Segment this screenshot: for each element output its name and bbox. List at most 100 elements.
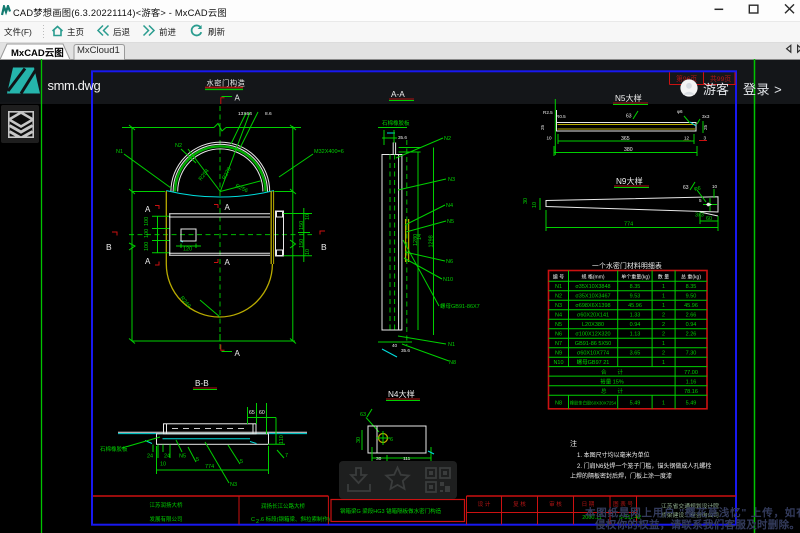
svg-text:N9大样: N9大样	[616, 176, 643, 186]
svg-text:单个重量(kg): 单个重量(kg)	[621, 274, 650, 281]
svg-text:120: 120	[183, 247, 192, 253]
svg-text:60: 60	[259, 410, 265, 416]
svg-text:7.30: 7.30	[686, 351, 697, 357]
svg-text:N4: N4	[555, 313, 562, 319]
svg-text:1: 1	[662, 360, 665, 366]
svg-text:B-B: B-B	[195, 379, 209, 388]
svg-text:A: A	[225, 203, 231, 212]
svg-text:合 计: 合 计	[601, 368, 624, 376]
svg-text:A: A	[225, 258, 231, 267]
svg-text:2: 2	[662, 322, 665, 328]
svg-text:A: A	[145, 257, 151, 266]
svg-text:σ698X6X1398: σ698X6X1398	[575, 303, 610, 309]
svg-text:R0.5: R0.5	[556, 114, 566, 119]
svg-text:N3: N3	[230, 482, 237, 488]
svg-text:φ6: φ6	[677, 109, 683, 114]
svg-text:N10: N10	[553, 360, 563, 366]
svg-text:1280: 1280	[413, 234, 419, 246]
svg-text:63: 63	[683, 185, 689, 191]
svg-text:0.94: 0.94	[686, 322, 697, 328]
svg-text:1.13: 1.13	[630, 332, 641, 338]
svg-text:30: 30	[356, 437, 362, 443]
svg-text:L20X380: L20X380	[582, 322, 604, 328]
svg-text:25: 25	[703, 124, 708, 130]
svg-text:6: 6	[390, 437, 393, 443]
svg-text:10: 10	[712, 184, 718, 189]
svg-text:复 核: 复 核	[513, 500, 526, 508]
svg-text:N10: N10	[443, 277, 453, 283]
svg-text:1298: 1298	[429, 235, 435, 247]
svg-text:M32X400=6: M32X400=6	[314, 149, 344, 155]
svg-text:24: 24	[164, 454, 170, 460]
svg-text:1.33: 1.33	[630, 313, 641, 319]
svg-text:5: 5	[240, 459, 243, 465]
svg-text:25: 25	[540, 124, 545, 130]
svg-text:R254: R254	[198, 168, 211, 182]
svg-text:2.66: 2.66	[686, 313, 697, 319]
svg-text:N2: N2	[555, 294, 562, 300]
svg-text:5.49: 5.49	[630, 401, 641, 407]
svg-text:150: 150	[299, 221, 305, 230]
svg-text:R2.5: R2.5	[543, 110, 553, 115]
svg-text:总 计: 总 计	[601, 387, 624, 395]
svg-text:110: 110	[279, 435, 285, 444]
svg-text:N2: N2	[444, 136, 451, 142]
svg-text:σ35X10X3848: σ35X10X3848	[575, 284, 610, 290]
svg-text:60: 60	[706, 216, 712, 222]
svg-text:N1: N1	[116, 149, 123, 155]
svg-text:注: 注	[570, 439, 577, 448]
svg-text:9.50: 9.50	[686, 294, 697, 300]
svg-text:N8: N8	[449, 360, 456, 366]
svg-text:35.6: 35.6	[398, 135, 407, 140]
svg-text:1: 1	[662, 284, 665, 290]
svg-text:总 重(kg): 总 重(kg)	[681, 274, 701, 281]
svg-text:B: B	[106, 242, 112, 252]
svg-text:σ60X10X774: σ60X10X774	[577, 351, 609, 357]
svg-text:5: 5	[699, 198, 702, 203]
svg-text:63: 63	[626, 114, 632, 120]
svg-text:审 核: 审 核	[549, 500, 562, 508]
svg-text:8.35: 8.35	[630, 284, 641, 290]
svg-text:7: 7	[285, 453, 288, 459]
svg-text:N3: N3	[448, 177, 455, 183]
svg-text:45.96: 45.96	[628, 303, 642, 309]
svg-text:N4: N4	[446, 203, 453, 209]
svg-text:3x3: 3x3	[695, 213, 704, 219]
svg-text:N5大样: N5大样	[615, 93, 642, 103]
svg-text:钢箱梁G 梁段HG3 锚箱隔板做水密门构造: 钢箱梁G 梁段HG3 锚箱隔板做水密门构造	[340, 507, 442, 515]
svg-text:8.6: 8.6	[265, 111, 272, 117]
svg-text:2: 2	[662, 351, 665, 357]
svg-text:N1: N1	[448, 342, 455, 348]
svg-text:N7: N7	[555, 341, 562, 347]
svg-text:10: 10	[305, 249, 311, 255]
svg-text:江苏润扬大桥: 江苏润扬大桥	[149, 501, 183, 509]
svg-text:63: 63	[360, 412, 366, 418]
svg-text:3: 3	[704, 136, 707, 141]
svg-text:σ35X10X3467: σ35X10X3467	[575, 294, 610, 300]
svg-text:N5: N5	[179, 454, 186, 460]
svg-text:1: 1	[662, 401, 665, 407]
svg-text:10: 10	[532, 202, 538, 208]
svg-text:2: 2	[662, 332, 665, 338]
svg-text:橡胶条白胶60X30X7254: 橡胶条白胶60X30X7254	[570, 400, 617, 407]
svg-text:.6 标段(钢箱梁、斜拉索制作): .6 标段(钢箱梁、斜拉索制作)	[260, 515, 330, 523]
svg-text:一个水密门材料明细表: 一个水密门材料明细表	[592, 261, 662, 270]
svg-text:150: 150	[299, 239, 305, 248]
svg-text:100: 100	[144, 242, 150, 251]
svg-text:规 格(mm): 规 格(mm)	[581, 274, 604, 281]
svg-text:30: 30	[523, 198, 529, 204]
svg-text:1: 1	[662, 294, 665, 300]
svg-text:1.16: 1.16	[686, 379, 697, 385]
svg-text:A: A	[235, 349, 241, 358]
svg-text:365: 365	[621, 136, 630, 142]
svg-text:石棉橡胶板: 石棉橡胶板	[100, 445, 128, 453]
svg-text:40: 40	[392, 343, 398, 348]
svg-text:R279: R279	[221, 167, 232, 181]
svg-text:A-A: A-A	[391, 90, 405, 99]
svg-text:65: 65	[249, 410, 255, 416]
svg-text:设 计: 设 计	[478, 500, 491, 508]
svg-text:N8: N8	[555, 401, 562, 407]
svg-text:35.6: 35.6	[401, 348, 410, 353]
svg-text:A: A	[235, 94, 241, 103]
svg-text:A: A	[145, 205, 151, 214]
